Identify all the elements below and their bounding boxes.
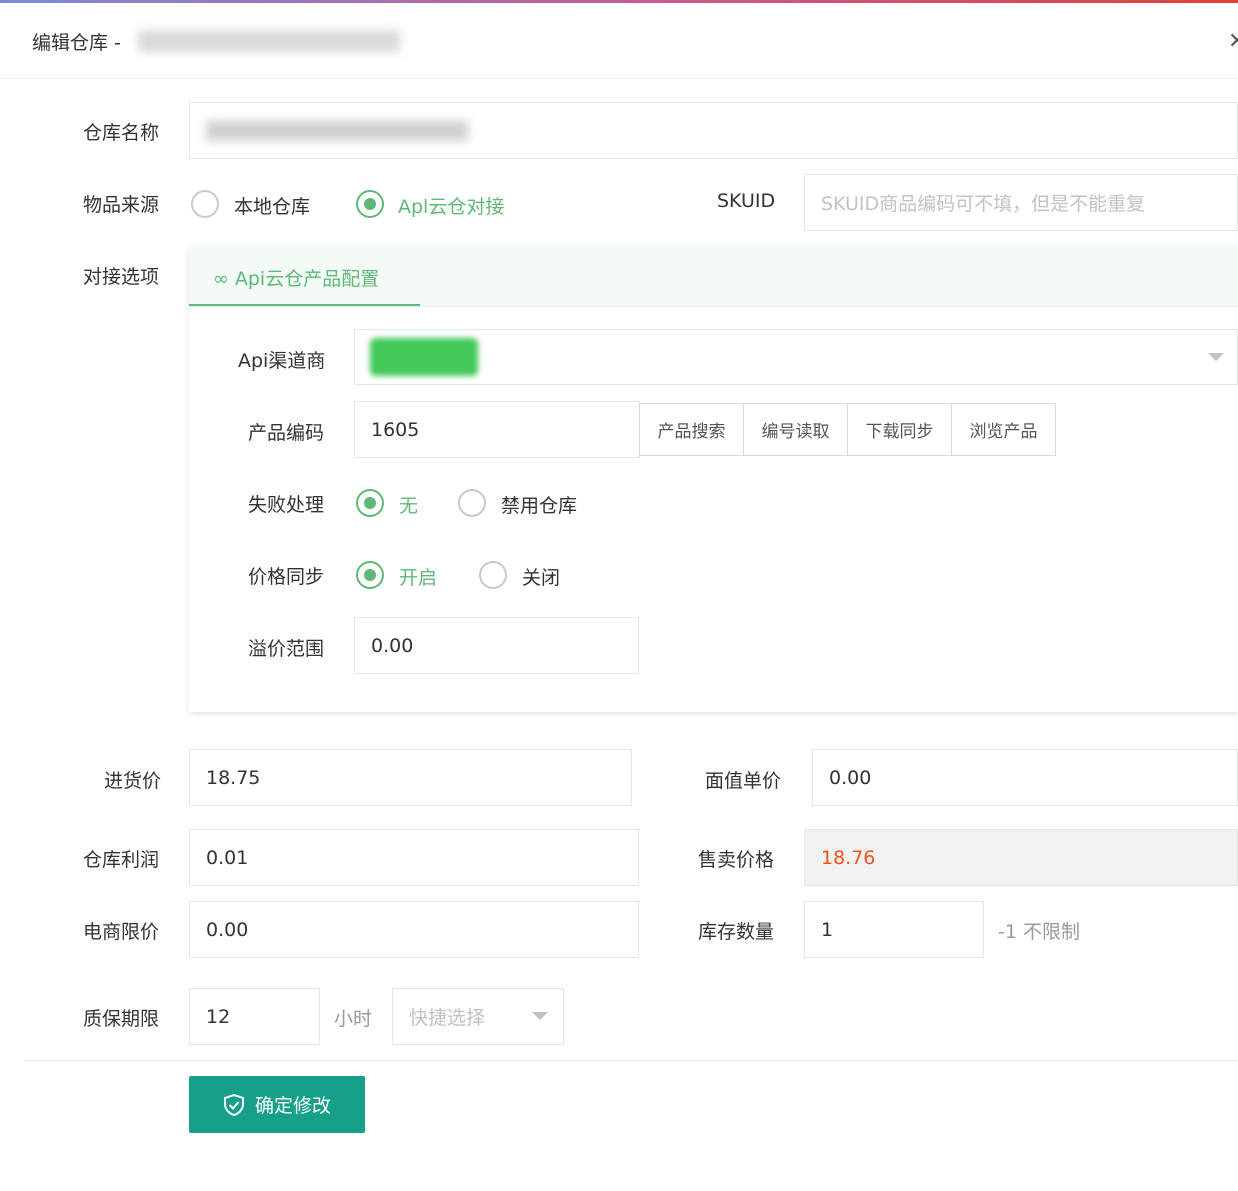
radio-api-label[interactable]: Apl云仓对接 — [398, 192, 504, 219]
product-code-input[interactable]: 1605 — [354, 401, 640, 458]
ecom-limit-input[interactable]: 0.00 — [189, 901, 639, 958]
ecom-limit-value: 0.00 — [206, 918, 249, 941]
radio-fail-disable-label[interactable]: 禁用仓库 — [501, 491, 577, 518]
radio-local-label[interactable]: 本地仓库 — [234, 192, 310, 219]
channel-chip-redacted — [370, 338, 478, 376]
channel-select[interactable] — [354, 329, 1238, 385]
sell-price-value: 18.76 — [821, 846, 876, 869]
warranty-label: 质保期限 — [83, 1008, 160, 1030]
channel-label: Api渠道商 — [238, 350, 326, 372]
radio-sync-on-label[interactable]: 开启 — [399, 563, 437, 590]
stock-hint: -1 不限制 — [998, 921, 1080, 943]
source-label: 物品来源 — [83, 194, 160, 216]
link-icon: ∞ — [213, 268, 229, 290]
premium-label: 溢价范围 — [248, 638, 325, 660]
purchase-price-label: 进货价 — [104, 770, 162, 792]
warranty-quick-placeholder: 快捷选择 — [409, 1007, 486, 1029]
docking-label: 对接选项 — [83, 266, 160, 288]
browse-product-button[interactable]: 浏览产品 — [951, 404, 1055, 455]
submit-button[interactable]: 确定修改 — [189, 1076, 365, 1133]
radio-sync-on[interactable] — [356, 561, 384, 589]
warranty-input[interactable]: 12 — [189, 988, 320, 1045]
tab-api-config[interactable]: ∞ Api云仓产品配置 — [189, 246, 420, 306]
sell-price-label: 售卖价格 — [698, 849, 775, 871]
fail-label: 失败处理 — [248, 494, 325, 516]
tab-api-config-text: ∞ Api云仓产品配置 — [213, 264, 379, 291]
purchase-price-value: 18.75 — [206, 766, 261, 789]
product-code-value: 1605 — [371, 418, 420, 441]
face-value-label: 面值单价 — [705, 770, 782, 792]
name-label: 仓库名称 — [83, 122, 160, 144]
face-value-value: 0.00 — [829, 766, 872, 789]
radio-sync-off[interactable] — [479, 561, 507, 589]
skuid-label: SKUID — [717, 190, 776, 212]
name-input[interactable] — [189, 102, 1238, 159]
premium-input[interactable]: 0.00 — [354, 617, 639, 674]
profit-input[interactable]: 0.01 — [189, 829, 639, 886]
warranty-value: 12 — [206, 1005, 231, 1028]
dialog-title: 编辑仓库 - — [32, 32, 121, 54]
radio-api[interactable] — [356, 190, 384, 218]
price-sync-label: 价格同步 — [248, 566, 325, 588]
product-code-label: 产品编码 — [248, 422, 325, 444]
radio-local[interactable] — [191, 190, 219, 218]
face-value-input[interactable]: 0.00 — [812, 749, 1238, 806]
name-input-redacted — [206, 120, 468, 141]
chevron-down-icon[interactable] — [532, 1012, 548, 1020]
radio-fail-disable[interactable] — [458, 489, 486, 517]
dialog-title-redacted — [138, 30, 400, 52]
stock-label: 库存数量 — [698, 921, 775, 943]
shield-check-icon — [223, 1093, 244, 1116]
api-config-panel: ∞ Api云仓产品配置 — [189, 246, 1238, 712]
stock-value: 1 — [821, 918, 834, 941]
close-icon[interactable]: ✕ — [1228, 29, 1238, 54]
code-read-button[interactable]: 编号读取 — [743, 404, 847, 455]
premium-value: 0.00 — [371, 634, 414, 657]
form-divider — [24, 1060, 1238, 1061]
download-sync-button[interactable]: 下载同步 — [847, 404, 951, 455]
sell-price-input: 18.76 — [804, 829, 1238, 886]
chevron-down-icon[interactable] — [1208, 353, 1224, 361]
radio-fail-none[interactable] — [356, 489, 384, 517]
tab-api-config-label: Api云仓产品配置 — [234, 268, 380, 290]
radio-fail-none-label[interactable]: 无 — [399, 491, 418, 518]
purchase-price-input[interactable]: 18.75 — [189, 749, 632, 806]
submit-label: 确定修改 — [254, 1095, 331, 1117]
product-search-button[interactable]: 产品搜索 — [640, 404, 743, 455]
stock-input[interactable]: 1 — [804, 901, 984, 958]
profit-label: 仓库利润 — [83, 849, 160, 871]
product-button-group: 产品搜索 编号读取 下载同步 浏览产品 — [639, 403, 1056, 456]
warranty-unit: 小时 — [334, 1008, 373, 1030]
dialog-header: 编辑仓库 - ✕ — [0, 3, 1238, 79]
skuid-input[interactable]: SKUID商品编码可不填，但是不能重复 — [804, 174, 1238, 231]
ecom-limit-label: 电商限价 — [83, 921, 160, 943]
profit-value: 0.01 — [206, 846, 249, 869]
radio-sync-off-label[interactable]: 关闭 — [522, 563, 560, 590]
skuid-placeholder: SKUID商品编码可不填，但是不能重复 — [821, 193, 1146, 215]
